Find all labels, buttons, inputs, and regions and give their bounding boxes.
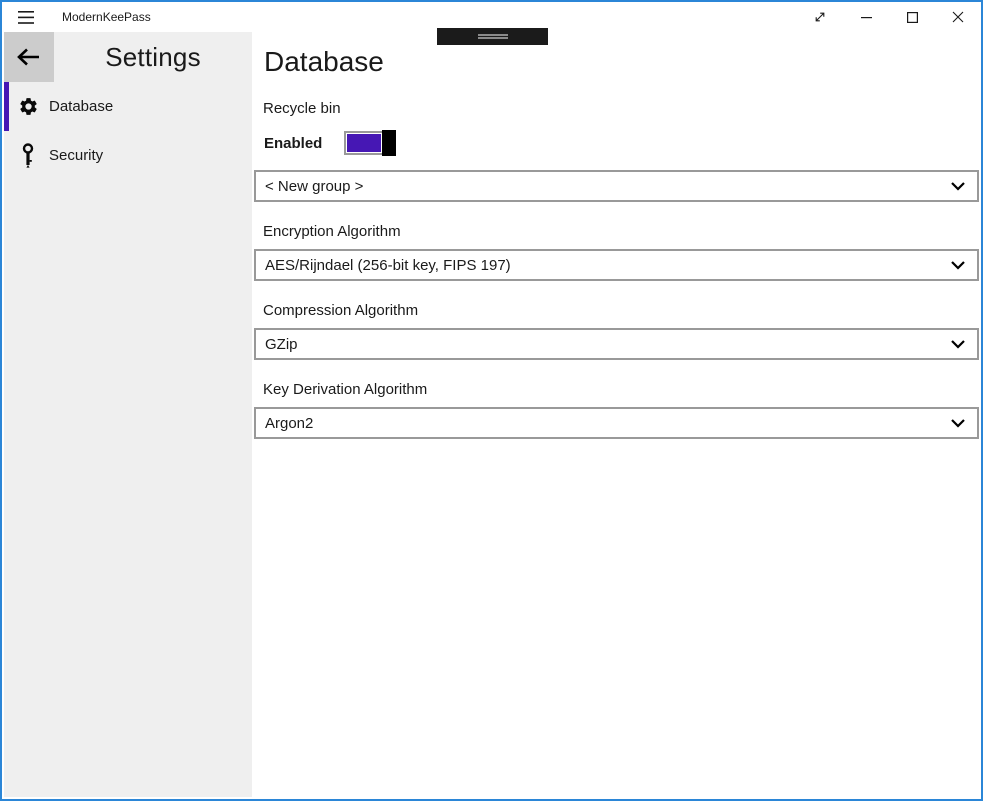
- hamburger-menu-button[interactable]: [2, 2, 50, 32]
- key-icon: [17, 145, 39, 167]
- back-button[interactable]: [4, 32, 54, 82]
- hamburger-icon: [18, 11, 34, 24]
- selected-indicator: [4, 82, 9, 131]
- recycle-bin-toggle[interactable]: [344, 131, 390, 155]
- sidebar-item-label: Security: [49, 147, 103, 164]
- chevron-down-icon: [951, 340, 965, 349]
- selected-indicator: [4, 131, 9, 180]
- recycle-bin-group-dropdown[interactable]: < New group >: [254, 170, 979, 202]
- encryption-algorithm-dropdown[interactable]: AES/Rijndael (256-bit key, FIPS 197): [254, 249, 979, 281]
- fullscreen-button[interactable]: [797, 2, 843, 32]
- app-window: ModernKeePass: [0, 0, 983, 801]
- maximize-icon: [907, 12, 918, 23]
- sidebar-title: Settings: [54, 32, 252, 82]
- page-title: Database: [264, 45, 979, 79]
- toggle-knob[interactable]: [382, 130, 396, 156]
- minimize-button[interactable]: [843, 2, 889, 32]
- close-button[interactable]: [935, 2, 981, 32]
- compression-algorithm-label: Compression Algorithm: [263, 301, 979, 321]
- back-arrow-icon: [17, 48, 41, 66]
- drag-handle-line: [478, 34, 508, 36]
- sidebar-item-label: Database: [49, 98, 113, 115]
- toggle-fill: [347, 134, 381, 152]
- settings-sidebar: Settings Database: [4, 32, 252, 797]
- gear-icon: [17, 96, 39, 118]
- database-settings-panel: Database Recycle bin Enabled < New group…: [252, 32, 979, 797]
- settings-nav: Database Security: [4, 82, 252, 180]
- dropdown-value: Argon2: [265, 415, 313, 432]
- dropdown-value: AES/Rijndael (256-bit key, FIPS 197): [265, 257, 511, 274]
- sidebar-item-database[interactable]: Database: [4, 82, 252, 131]
- encryption-algorithm-label: Encryption Algorithm: [263, 222, 979, 242]
- chevron-down-icon: [951, 182, 965, 191]
- fullscreen-icon: [814, 11, 826, 23]
- chevron-down-icon: [951, 419, 965, 428]
- recycle-bin-label: Recycle bin: [263, 99, 979, 119]
- caption-controls: [797, 2, 981, 32]
- key-derivation-algorithm-label: Key Derivation Algorithm: [263, 380, 979, 400]
- key-derivation-algorithm-dropdown[interactable]: Argon2: [254, 407, 979, 439]
- minimize-icon: [861, 12, 872, 23]
- close-icon: [952, 11, 964, 23]
- dropdown-value: GZip: [265, 336, 298, 353]
- chevron-down-icon: [951, 261, 965, 270]
- recycle-bin-toggle-row: Enabled: [264, 130, 979, 156]
- touch-drag-handle[interactable]: [437, 28, 548, 45]
- enabled-label: Enabled: [264, 135, 342, 152]
- maximize-button[interactable]: [889, 2, 935, 32]
- compression-algorithm-dropdown[interactable]: GZip: [254, 328, 979, 360]
- sidebar-item-security[interactable]: Security: [4, 131, 252, 180]
- window-title: ModernKeePass: [62, 10, 151, 24]
- drag-handle-line: [478, 37, 508, 39]
- dropdown-value: < New group >: [265, 178, 363, 195]
